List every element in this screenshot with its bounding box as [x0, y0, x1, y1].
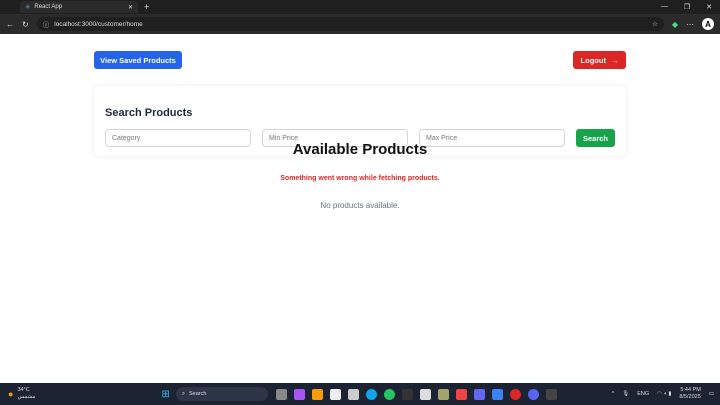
temperature: 34°C: [17, 387, 30, 393]
tab-title: React App: [34, 4, 63, 10]
logout-label: Logout: [580, 55, 606, 65]
close-tab-icon[interactable]: ✕: [128, 4, 133, 11]
restore-icon[interactable]: ❐: [684, 3, 690, 11]
back-icon[interactable]: ←: [6, 20, 14, 29]
app-icon[interactable]: [509, 388, 521, 400]
search-icon: ⌕: [181, 390, 185, 397]
new-tab-button[interactable]: +: [144, 2, 149, 12]
address-bar-row: ← ↻ ⓘ localhost:3000/customer/home ☆ ◆ ⋯…: [0, 14, 720, 34]
clock[interactable]: 5:44 PM 8/5/2025: [679, 387, 700, 401]
task-view-icon[interactable]: [275, 388, 287, 400]
favorite-icon[interactable]: ☆: [652, 20, 658, 28]
discord-icon[interactable]: [527, 388, 539, 400]
terminal-icon[interactable]: [545, 388, 557, 400]
language-indicator[interactable]: ENG: [637, 391, 649, 397]
taskbar-search-label: Search: [188, 391, 207, 397]
info-icon: ⓘ: [42, 22, 50, 29]
weather-icon: ●: [8, 389, 14, 399]
profile-avatar[interactable]: A: [702, 18, 714, 30]
taskbar-search[interactable]: ⌕ Search: [175, 387, 268, 401]
file-explorer-icon[interactable]: [311, 388, 323, 400]
react-icon: ⚛: [25, 4, 31, 11]
weather-widget[interactable]: 34°C مشمس: [17, 387, 35, 401]
app-icon[interactable]: [347, 388, 359, 400]
taskbar: ● 34°C مشمس ⊞ ⌕ Search ^ 🎙 ENG ◠ ◖ ▮ 5:44 …: [0, 383, 720, 405]
browser-tabbar: ⚛ React App ✕ + — ❐ ✕: [0, 0, 720, 14]
brave-icon[interactable]: [455, 388, 467, 400]
notification-icon[interactable]: ▭: [709, 391, 714, 397]
refresh-icon[interactable]: ↻: [22, 20, 29, 29]
arrow-right-icon: →: [610, 55, 619, 65]
windows-start-icon[interactable]: ⊞: [161, 389, 169, 400]
app-icon[interactable]: [437, 388, 449, 400]
spotify-icon[interactable]: [383, 388, 395, 400]
time: 5:44 PM: [680, 387, 701, 393]
date: 8/5/2025: [679, 394, 701, 400]
products-title: Available Products: [292, 141, 428, 158]
pinned-apps: [275, 388, 557, 400]
store-icon[interactable]: [329, 388, 341, 400]
error-message: Something went wrong while fetching prod…: [280, 175, 440, 182]
edge-icon[interactable]: [365, 388, 377, 400]
url-text: localhost:3000/customer/home: [54, 20, 143, 28]
minimize-icon[interactable]: —: [661, 3, 668, 11]
browser-tab[interactable]: ⚛ React App ✕: [20, 1, 138, 13]
teams-icon[interactable]: [473, 388, 485, 400]
chevron-up-icon[interactable]: ^: [612, 391, 615, 397]
weather-text: مشمس: [17, 394, 36, 400]
empty-message: No products available.: [320, 201, 400, 210]
view-saved-products-button[interactable]: View Saved Products: [94, 51, 182, 69]
url-input[interactable]: ⓘ localhost:3000/customer/home ☆: [36, 17, 664, 31]
close-window-icon[interactable]: ✕: [706, 3, 712, 11]
copilot-icon[interactable]: [293, 388, 305, 400]
settings-icon[interactable]: ⋯: [686, 20, 694, 29]
logout-button[interactable]: Logout →: [573, 51, 626, 69]
search-title: Search Products: [105, 107, 193, 119]
extension-icon[interactable]: ◆: [672, 20, 678, 29]
vscode-icon[interactable]: [491, 388, 503, 400]
mic-off-icon[interactable]: 🎙: [622, 391, 629, 397]
clock-app-icon[interactable]: [419, 388, 431, 400]
wifi-volume-battery-icons[interactable]: ◠ ◖ ▮: [657, 391, 671, 397]
app-icon[interactable]: [401, 388, 413, 400]
